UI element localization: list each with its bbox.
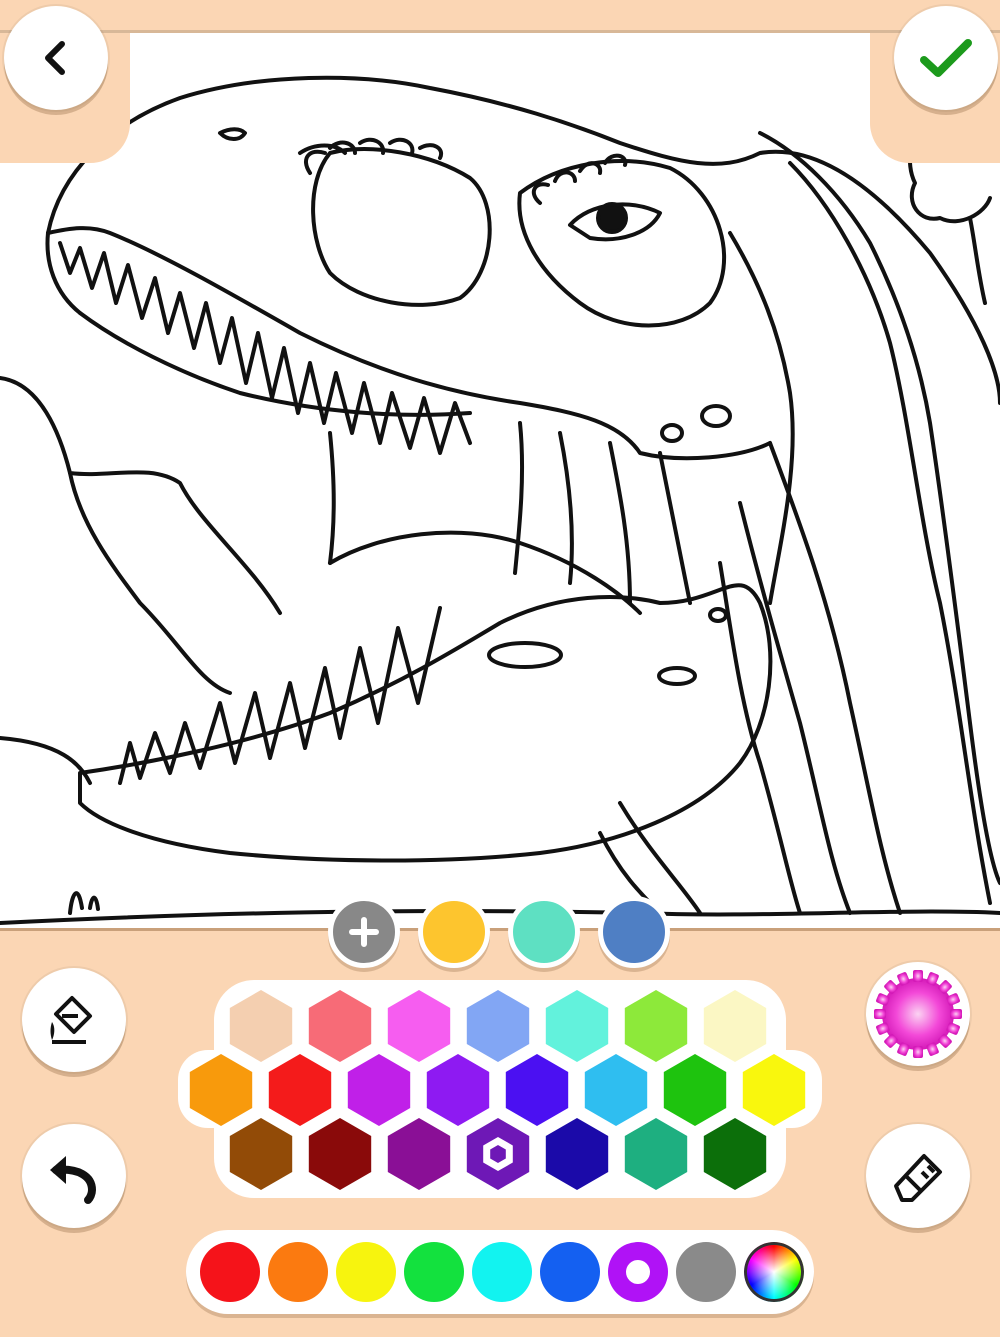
coloring-canvas[interactable] xyxy=(0,30,1000,931)
quick-color-swatch-1[interactable] xyxy=(418,896,490,968)
color-wheel-icon[interactable] xyxy=(744,1242,804,1302)
basic-color-swatch-8[interactable] xyxy=(676,1242,736,1302)
add-color-button[interactable] xyxy=(328,896,400,968)
quick-color-swatch-2[interactable] xyxy=(508,896,580,968)
eraser-button[interactable] xyxy=(866,1124,970,1228)
undo-button[interactable] xyxy=(22,1124,126,1228)
checkmark-icon xyxy=(920,39,972,77)
back-button[interactable] xyxy=(4,6,108,110)
fill-bucket-button[interactable] xyxy=(22,968,126,1072)
gear-gradient-icon xyxy=(874,970,962,1058)
quick-color-swatch-3[interactable] xyxy=(598,896,670,968)
basic-color-row xyxy=(186,1230,814,1314)
basic-color-swatch-6[interactable] xyxy=(540,1242,600,1302)
basic-color-swatch-3[interactable] xyxy=(336,1242,396,1302)
pattern-button[interactable] xyxy=(866,962,970,1066)
basic-color-swatch-1[interactable] xyxy=(200,1242,260,1302)
basic-color-swatch-5[interactable] xyxy=(472,1242,532,1302)
selected-indicator xyxy=(626,1260,650,1284)
confirm-button[interactable] xyxy=(894,6,998,110)
hex-color-palette xyxy=(178,980,822,1198)
paint-bucket-icon xyxy=(50,996,92,1044)
plus-icon xyxy=(349,917,379,947)
dinosaur-line-art xyxy=(0,75,1000,925)
basic-color-swatch-4[interactable] xyxy=(404,1242,464,1302)
chevron-left-icon xyxy=(45,41,65,75)
basic-color-swatch-2[interactable] xyxy=(268,1242,328,1302)
undo-arrow-icon xyxy=(50,1156,97,1204)
eraser-icon xyxy=(894,1154,942,1202)
basic-color-swatch-7[interactable] xyxy=(608,1242,668,1302)
